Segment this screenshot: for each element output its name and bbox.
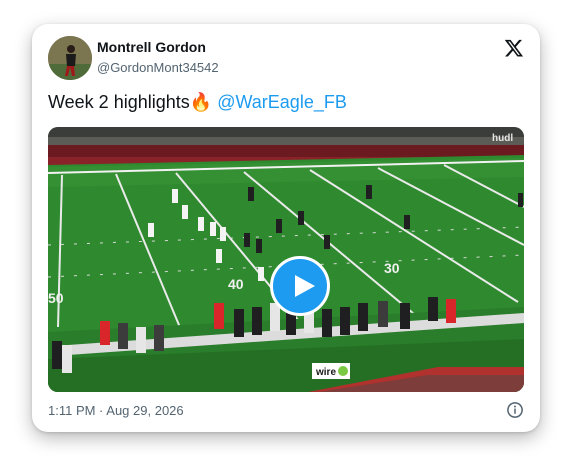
tweet-text: Week 2 highlights🔥 @WarEagle_FB [48, 92, 347, 113]
author-handle[interactable]: @GordonMont34542 [97, 60, 219, 75]
hudl-watermark: hudl [492, 133, 513, 144]
field-number: 40 [228, 276, 244, 292]
field-sign: wire [315, 367, 336, 378]
info-icon[interactable] [506, 401, 524, 419]
tweet-body: Week 2 highlights [48, 92, 190, 112]
author-name[interactable]: Montrell Gordon [97, 39, 206, 55]
field-number: 30 [384, 260, 400, 276]
x-logo-icon[interactable] [504, 38, 524, 58]
tweet-card: Montrell Gordon @GordonMont34542 Week 2 … [32, 24, 540, 432]
mention-link[interactable]: @WarEagle_FB [217, 92, 347, 112]
field-number: 50 [48, 290, 64, 306]
play-icon[interactable] [270, 256, 330, 316]
avatar[interactable] [48, 36, 92, 80]
tweet-timestamp[interactable]: 1:11 PM · Aug 29, 2026 [48, 403, 184, 418]
fire-emoji-icon: 🔥 [189, 92, 213, 112]
